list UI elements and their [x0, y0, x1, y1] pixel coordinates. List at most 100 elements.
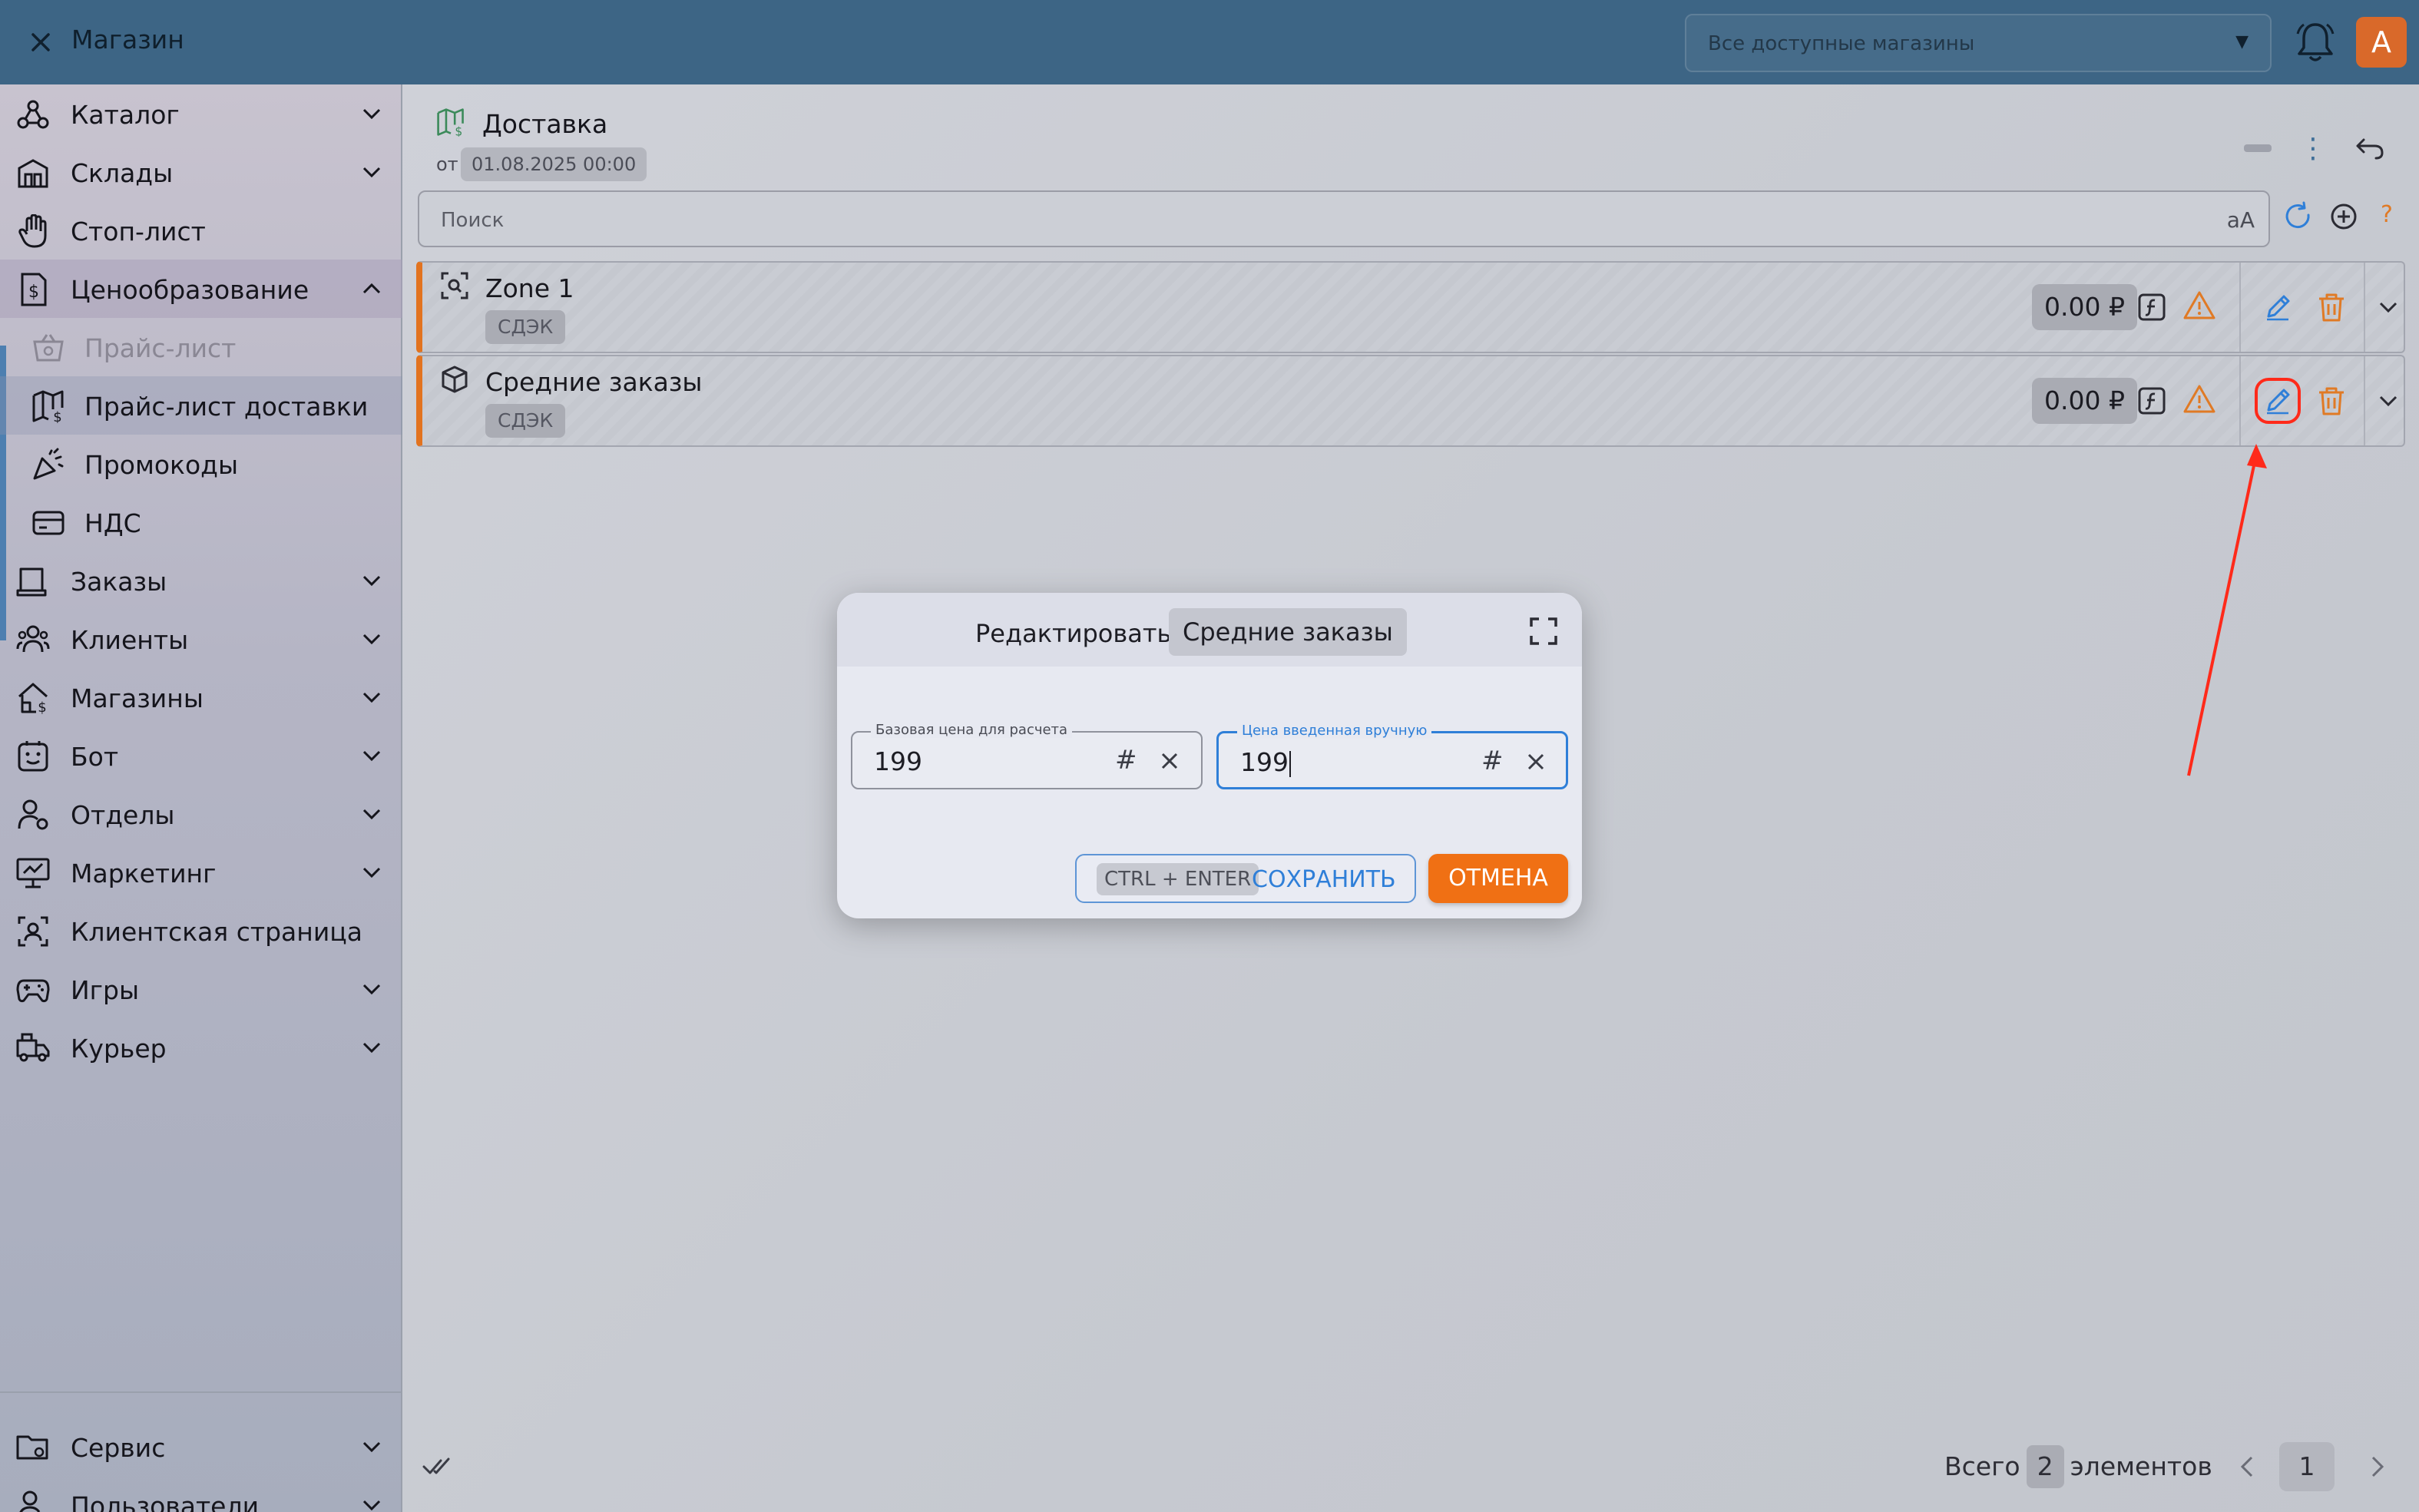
number-hash-icon: #: [1481, 746, 1504, 776]
sidebar-item-label: Каталог: [71, 100, 180, 130]
edit-dialog: Редактировать Средние заказы Базовая цен…: [837, 593, 1582, 918]
field-value-wrapper: 199: [1240, 747, 1291, 777]
price-badge: 0.00 ₽: [2032, 378, 2137, 424]
dialog-item-name: Средние заказы: [1169, 608, 1407, 656]
sidebar-item-marketing[interactable]: Маркетинг: [0, 843, 402, 902]
base-price-field[interactable]: Базовая цена для расчета 199 #: [851, 722, 1203, 789]
svg-text:$: $: [38, 700, 46, 715]
sidebar-item-shops[interactable]: $ Магазины: [0, 668, 402, 726]
sidebar-item-courier[interactable]: Курьер: [0, 1018, 402, 1077]
sidebar-item-bot[interactable]: Бот: [0, 726, 402, 785]
field-value: 199: [1240, 747, 1289, 777]
sidebar-item-client-page[interactable]: Клиентская страница: [0, 902, 402, 960]
edit-pencil-icon[interactable]: [2255, 284, 2301, 330]
shops-icon: $: [15, 682, 51, 715]
pricing-icon: $: [15, 273, 51, 306]
chevron-right-icon[interactable]: [2364, 1450, 2391, 1484]
help-icon[interactable]: ?: [2373, 198, 2401, 232]
chevron-down-icon: [358, 685, 386, 710]
sidebar-item-vat[interactable]: НДС: [0, 493, 402, 551]
user-avatar[interactable]: A: [2356, 17, 2407, 68]
manual-price-field[interactable]: Цена введенная вручную 199 #: [1216, 723, 1568, 789]
svg-text:$: $: [53, 409, 61, 423]
sidebar-item-label: Заказы: [71, 567, 167, 597]
formula-icon[interactable]: [2136, 292, 2167, 323]
svg-text:$: $: [28, 283, 39, 302]
fullscreen-icon[interactable]: [1528, 616, 1559, 647]
catalog-icon: [15, 98, 51, 131]
double-check-icon[interactable]: [421, 1453, 455, 1479]
formula-icon[interactable]: [2136, 385, 2167, 416]
delivery-map-icon: $: [31, 390, 66, 423]
sidebar-item-label: Магазины: [71, 683, 204, 713]
row-divider: [2364, 356, 2365, 445]
row-divider: [2239, 356, 2241, 445]
minimize-icon[interactable]: [2244, 144, 2272, 152]
sidebar-item-departments[interactable]: Отделы: [0, 785, 402, 843]
close-icon[interactable]: [22, 23, 60, 61]
field-label: Базовая цена для расчета: [871, 722, 1073, 738]
cancel-button[interactable]: ОТМЕНА: [1428, 854, 1568, 903]
chevron-down-icon: [358, 568, 386, 593]
search-input[interactable]: Поиск aA: [418, 190, 2270, 247]
carrier-tag: СДЭК: [485, 310, 566, 344]
sidebar-item-price-list: Прайс-лист: [0, 318, 402, 376]
date-from-value[interactable]: 01.08.2025 00:00: [461, 147, 647, 181]
app-title: Магазин: [71, 25, 184, 55]
vat-card-icon: [31, 507, 66, 539]
gamepad-icon: [15, 974, 51, 1006]
chevron-left-icon[interactable]: [2233, 1450, 2261, 1484]
sidebar-item-pricing[interactable]: $ Ценообразование: [0, 260, 402, 318]
undo-back-icon[interactable]: [2353, 132, 2387, 166]
shop-select[interactable]: Все доступные магазины ▼: [1685, 14, 2272, 72]
more-vertical-icon[interactable]: ⋮: [2299, 131, 2327, 167]
delivery-map-icon: $: [436, 108, 465, 138]
sidebar-item-clients[interactable]: Клиенты: [0, 610, 402, 668]
promo-icon: [31, 448, 66, 481]
clear-icon[interactable]: [1157, 748, 1183, 774]
row-divider: [2239, 263, 2241, 352]
sidebar-item-delivery-price-list[interactable]: $ Прайс-лист доставки: [0, 376, 402, 435]
bot-icon: [15, 740, 51, 773]
list-item[interactable]: Zone 1 СДЭК 0.00 ₽: [416, 261, 2405, 353]
save-button[interactable]: CTRL + ENTER СОХРАНИТЬ: [1075, 854, 1416, 903]
edit-pencil-icon[interactable]: [2255, 378, 2301, 424]
sidebar-item-label: Игры: [71, 975, 140, 1005]
chevron-down-icon: [358, 802, 386, 826]
pagination-page[interactable]: 1: [2279, 1442, 2335, 1491]
marketing-icon: [15, 857, 51, 889]
courier-icon: [15, 1032, 51, 1064]
number-hash-icon: #: [1115, 745, 1137, 776]
sidebar-item-games[interactable]: Игры: [0, 960, 402, 1018]
sidebar-item-label: Курьер: [71, 1034, 167, 1064]
zone-scan-icon: [439, 270, 470, 301]
sidebar-item-label: Пользователи: [71, 1491, 260, 1512]
sidebar-item-service[interactable]: Сервис: [0, 1418, 402, 1476]
sidebar-item-stop-list[interactable]: Стоп-лист: [0, 201, 402, 260]
add-icon[interactable]: [2327, 200, 2361, 233]
delete-trash-icon[interactable]: [2315, 384, 2348, 418]
case-sensitive-toggle[interactable]: aA: [2227, 207, 2255, 233]
chevron-down-icon[interactable]: [2373, 385, 2404, 416]
delete-trash-icon[interactable]: [2315, 290, 2348, 324]
sidebar-item-label: Стоп-лист: [71, 217, 206, 246]
save-label: СОХРАНИТЬ: [1252, 866, 1396, 893]
clear-icon[interactable]: [1523, 749, 1549, 775]
sidebar-item-catalog[interactable]: Каталог: [0, 84, 402, 143]
chevron-down-icon: [358, 101, 386, 126]
sidebar-item-label: Ценообразование: [71, 275, 309, 305]
box-icon: [439, 364, 470, 395]
chevron-down-icon: [358, 1434, 386, 1459]
sidebar-item-orders[interactable]: Заказы: [0, 551, 402, 610]
row-title: Средние заказы: [485, 367, 703, 397]
notification-bell-icon[interactable]: [2295, 20, 2336, 65]
sidebar-item-users[interactable]: Пользователи: [0, 1476, 402, 1512]
refresh-icon[interactable]: [2281, 200, 2315, 233]
chevron-up-icon: [358, 276, 386, 301]
list-item[interactable]: Средние заказы СДЭК 0.00 ₽: [416, 355, 2405, 447]
sidebar-item-warehouses[interactable]: Склады: [0, 143, 402, 201]
row-title: Zone 1: [485, 273, 574, 303]
sidebar-item-promocodes[interactable]: Промокоды: [0, 435, 402, 493]
date-from-label: от: [436, 154, 458, 175]
chevron-down-icon[interactable]: [2373, 292, 2404, 323]
